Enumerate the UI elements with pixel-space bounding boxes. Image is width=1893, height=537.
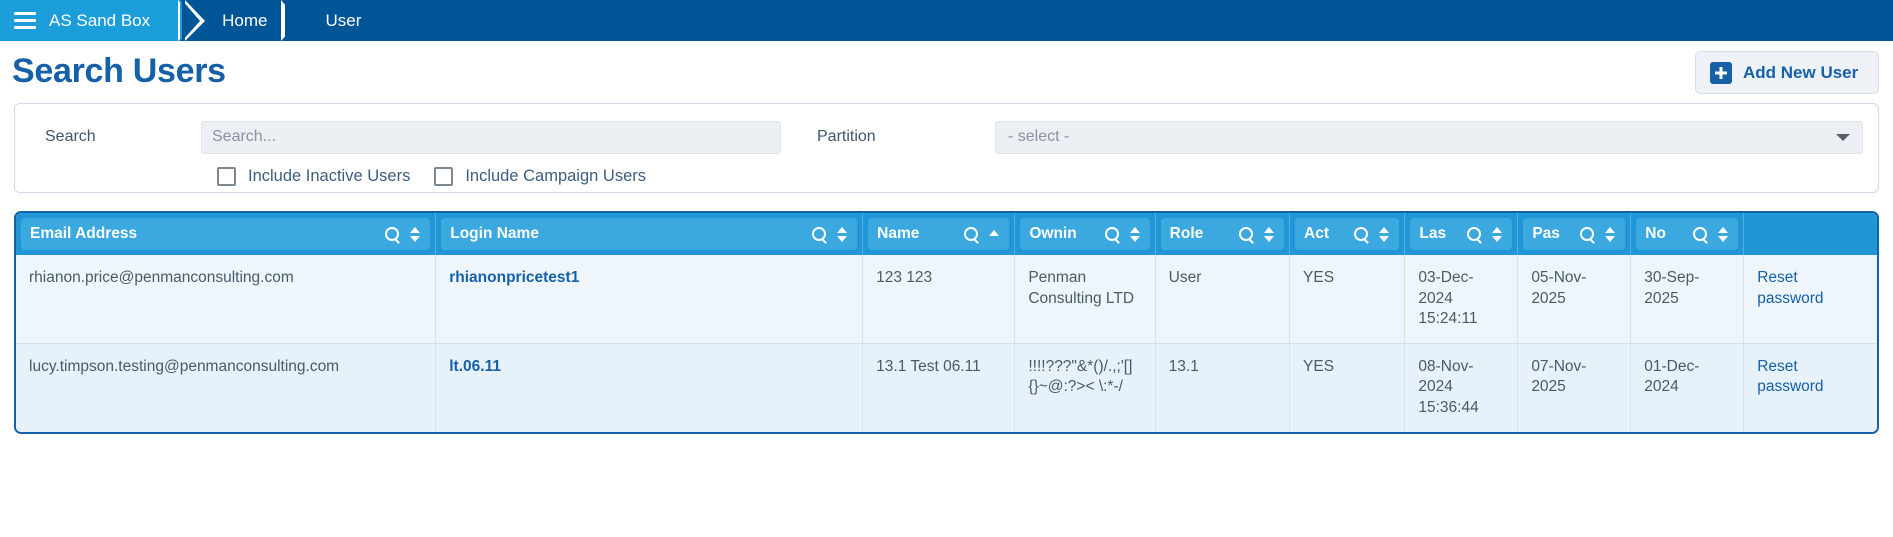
partition-selected-value: - select - [1008,128,1070,145]
column-label: Act [1304,225,1329,242]
cell-name: 123 123 [862,255,1016,344]
page-header: Search Users Add New User [0,41,1893,103]
cell-email-address: lucy.timpson.testing@penmanconsulting.co… [16,342,437,432]
column-label: Pas [1532,225,1560,242]
search-icon[interactable] [812,226,827,242]
column-label: Ownin [1029,225,1077,242]
sort-toggle-icon[interactable] [1263,226,1276,243]
sort-ascending-icon[interactable] [988,226,1001,243]
cell-actions[interactable]: Reset password [1743,255,1877,344]
include-inactive-users-label: Include Inactive Users [248,167,411,185]
column-label: Name [877,225,920,242]
checkbox-box-icon [434,167,454,186]
column-header-actions [1743,213,1877,255]
login-name-link[interactable]: rhianonpricetest1 [449,269,579,286]
search-label: Search [45,128,96,145]
column-label: Email Address [30,225,138,242]
table-row[interactable]: rhianon.price@penmanconsulting.com rhian… [16,255,1877,344]
include-campaign-users-checkbox[interactable]: Include Campaign Users [434,167,646,186]
search-icon[interactable] [385,226,400,242]
breadcrumb-user-label: User [325,10,362,30]
column-header-name[interactable]: Name [862,213,1016,255]
column-header-login-name[interactable]: Login Name [435,213,864,255]
hamburger-icon[interactable] [14,12,36,29]
search-icon[interactable] [1354,226,1369,242]
column-label: Las [1419,225,1447,242]
search-icon[interactable] [964,226,979,242]
cell-last-login: 03-Dec-2024 15:24:11 [1404,255,1519,344]
sort-toggle-icon[interactable] [836,226,849,243]
app-name-label: AS Sand Box [49,10,151,30]
checkbox-box-icon [217,167,236,186]
cell-password-expiry: 07-Nov-2025 [1517,342,1632,432]
cell-active: YES [1289,255,1406,344]
add-new-user-button[interactable]: Add New User [1695,51,1879,94]
cell-active: YES [1289,342,1406,432]
column-header-notification[interactable]: No [1630,213,1745,255]
reset-password-link[interactable]: Reset password [1757,269,1823,307]
sort-toggle-icon[interactable] [1378,226,1391,243]
search-icon[interactable] [1104,226,1120,242]
column-label: No [1645,225,1666,242]
sort-toggle-icon[interactable] [1604,226,1617,243]
plus-icon [1710,61,1732,84]
sort-toggle-icon[interactable] [1717,226,1730,243]
cell-login-name[interactable]: lt.06.11 [435,342,864,432]
column-header-last-login[interactable]: Las [1404,213,1519,255]
include-inactive-users-checkbox[interactable]: Include Inactive Users [217,167,410,186]
partition-select[interactable]: - select - [995,120,1863,154]
cell-role: User [1155,255,1291,344]
column-header-password-expiry[interactable]: Pas [1517,213,1632,255]
cell-password-expiry: 05-Nov-2025 [1517,255,1632,344]
top-navigation-bar: AS Sand Box Home User [0,0,1893,41]
column-header-owning-organisation[interactable]: Ownin [1014,213,1156,255]
search-icon[interactable] [1693,226,1708,242]
reset-password-link[interactable]: Reset password [1757,358,1823,396]
cell-owning-organisation: Penman Consulting LTD [1014,255,1156,344]
sort-toggle-icon[interactable] [409,226,422,243]
column-header-active[interactable]: Act [1289,213,1406,255]
users-results-table: Email Address Login Name Name Ownin Role… [14,211,1879,434]
filter-row-primary: Search Partition - select - [29,120,1864,154]
add-new-user-label: Add New User [1743,62,1859,82]
sort-toggle-icon[interactable] [1129,226,1142,243]
column-label: Login Name [450,225,539,242]
column-header-email-address[interactable]: Email Address [16,213,437,255]
search-icon[interactable] [1467,226,1482,242]
search-icon[interactable] [1580,226,1595,242]
column-header-role[interactable]: Role [1155,213,1291,255]
filter-row-checkboxes: Include Inactive Users Include Campaign … [29,167,1864,186]
search-icon[interactable] [1239,226,1254,242]
cell-notification-date: 01-Dec-2024 [1630,342,1745,432]
login-name-link[interactable]: lt.06.11 [449,358,501,375]
chevron-down-icon [1836,133,1850,141]
search-input[interactable] [201,120,781,154]
sort-toggle-icon[interactable] [1491,226,1504,243]
cell-name: 13.1 Test 06.11 [862,342,1016,432]
column-label: Role [1169,225,1204,242]
cell-notification-date: 30-Sep-2025 [1630,255,1745,344]
breadcrumb-app-name[interactable]: AS Sand Box [0,0,206,41]
breadcrumb-home-label: Home [222,10,268,30]
breadcrumb-chevron-icon [281,0,309,41]
table-header-row: Email Address Login Name Name Ownin Role… [16,213,1877,255]
include-campaign-users-label: Include Campaign Users [465,167,646,185]
breadcrumb-item-home[interactable]: Home [206,0,283,41]
cell-owning-organisation: !!!!???"&*()/.,;'[]{}~@:?>< \:*-/ [1014,342,1156,432]
cell-login-name[interactable]: rhianonpricetest1 [435,255,864,344]
partition-label: Partition [817,128,876,145]
cell-role: 13.1 [1155,342,1291,432]
cell-last-login: 08-Nov-2024 15:36:44 [1404,342,1519,432]
table-row[interactable]: lucy.timpson.testing@penmanconsulting.co… [16,342,1877,432]
cell-actions[interactable]: Reset password [1743,342,1877,432]
page-title: Search Users [12,52,226,90]
breadcrumb-item-user[interactable]: User [309,0,377,41]
cell-email-address: rhianon.price@penmanconsulting.com [16,255,437,344]
search-filter-panel: Search Partition - select - Include Inac… [14,103,1879,193]
